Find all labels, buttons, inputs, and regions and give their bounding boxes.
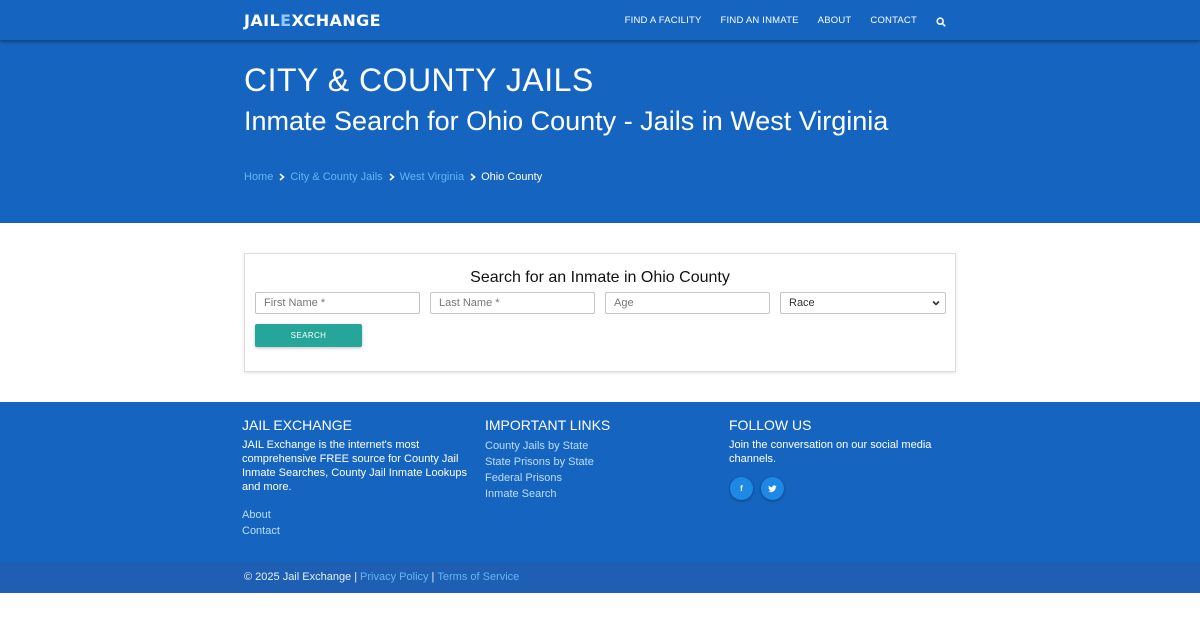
footer-link-county-jails[interactable]: County Jails by State <box>485 438 685 454</box>
chevron-down-icon <box>931 298 941 308</box>
footer-link-contact[interactable]: Contact <box>242 523 467 539</box>
race-selected-value: Race <box>789 297 815 309</box>
nav-contact[interactable]: CONTACT <box>870 15 917 26</box>
page-title: CITY & COUNTY JAILS <box>244 62 594 98</box>
social-buttons: f <box>730 477 949 500</box>
breadcrumb: Home City & County Jails West Virginia O… <box>244 171 542 183</box>
logo-xchange: XCHANGE <box>291 11 381 30</box>
age-input[interactable] <box>605 292 770 314</box>
footer-about-links: About Contact <box>242 507 467 539</box>
breadcrumb-city-county-jails[interactable]: City & County Jails <box>290 171 382 183</box>
first-name-input[interactable] <box>255 292 420 314</box>
search-button[interactable]: SEARCH <box>255 324 362 347</box>
separator-1: | <box>354 571 358 583</box>
hero-banner: CITY & COUNTY JAILS Inmate Search for Oh… <box>0 40 1200 223</box>
nav-find-facility[interactable]: FIND A FACILITY <box>625 15 702 26</box>
copyright-bar: © 2025 Jail Exchange | Privacy Policy | … <box>0 562 1200 593</box>
breadcrumb-home[interactable]: Home <box>244 171 273 183</box>
footer-link-inmate-search[interactable]: Inmate Search <box>485 486 685 502</box>
search-heading: Search for an Inmate in Ohio County <box>470 269 730 286</box>
chevron-right-icon <box>274 172 290 182</box>
search-icon[interactable] <box>936 14 948 27</box>
footer-follow-column: FOLLOW US Join the conversation on our s… <box>729 417 949 500</box>
footer-link-about[interactable]: About <box>242 507 467 523</box>
footer: JAIL EXCHANGE JAIL Exchange is the inter… <box>0 402 1200 562</box>
chevron-right-icon <box>384 172 400 182</box>
privacy-policy-link[interactable]: Privacy Policy <box>360 571 428 583</box>
inmate-search-card: Search for an Inmate in Ohio County Race… <box>244 253 956 372</box>
logo-e: E <box>280 11 292 30</box>
logo-jail: JAIL <box>244 11 281 30</box>
site-logo[interactable]: JAILEXCHANGE <box>244 11 381 30</box>
footer-important-links: County Jails by State State Prisons by S… <box>485 438 685 502</box>
footer-about-title: JAIL EXCHANGE <box>242 417 352 433</box>
race-select[interactable]: Race <box>780 292 946 314</box>
breadcrumb-current: Ohio County <box>481 171 543 183</box>
copyright-text: © 2025 Jail Exchange <box>244 571 352 583</box>
last-name-input[interactable] <box>430 292 595 314</box>
footer-follow-text: Join the conversation on our social medi… <box>729 439 932 465</box>
top-navbar: JAILEXCHANGE FIND A FACILITY FIND AN INM… <box>0 0 1200 40</box>
terms-of-service-link[interactable]: Terms of Service <box>437 571 519 583</box>
main-nav: FIND A FACILITY FIND AN INMATE ABOUT CON… <box>606 0 948 40</box>
chevron-right-icon <box>465 172 481 182</box>
footer-about-column: JAIL EXCHANGE JAIL Exchange is the inter… <box>242 417 467 539</box>
footer-important-title: IMPORTANT LINKS <box>485 417 611 433</box>
twitter-icon[interactable] <box>761 477 784 500</box>
footer-follow-title: FOLLOW US <box>729 417 812 433</box>
footer-link-state-prisons[interactable]: State Prisons by State <box>485 454 685 470</box>
footer-link-federal-prisons[interactable]: Federal Prisons <box>485 470 685 486</box>
footer-important-links-column: IMPORTANT LINKS County Jails by State St… <box>485 417 685 502</box>
separator-2: | <box>431 571 435 583</box>
nav-about[interactable]: ABOUT <box>818 15 852 26</box>
page-subtitle: Inmate Search for Ohio County - Jails in… <box>244 106 889 136</box>
copyright-content: © 2025 Jail Exchange | Privacy Policy | … <box>244 571 519 583</box>
facebook-glyph: f <box>740 484 743 493</box>
nav-find-inmate[interactable]: FIND AN INMATE <box>721 15 799 26</box>
footer-about-text: JAIL Exchange is the internet's most com… <box>242 439 468 493</box>
breadcrumb-west-virginia[interactable]: West Virginia <box>400 171 464 183</box>
facebook-icon[interactable]: f <box>730 477 753 500</box>
